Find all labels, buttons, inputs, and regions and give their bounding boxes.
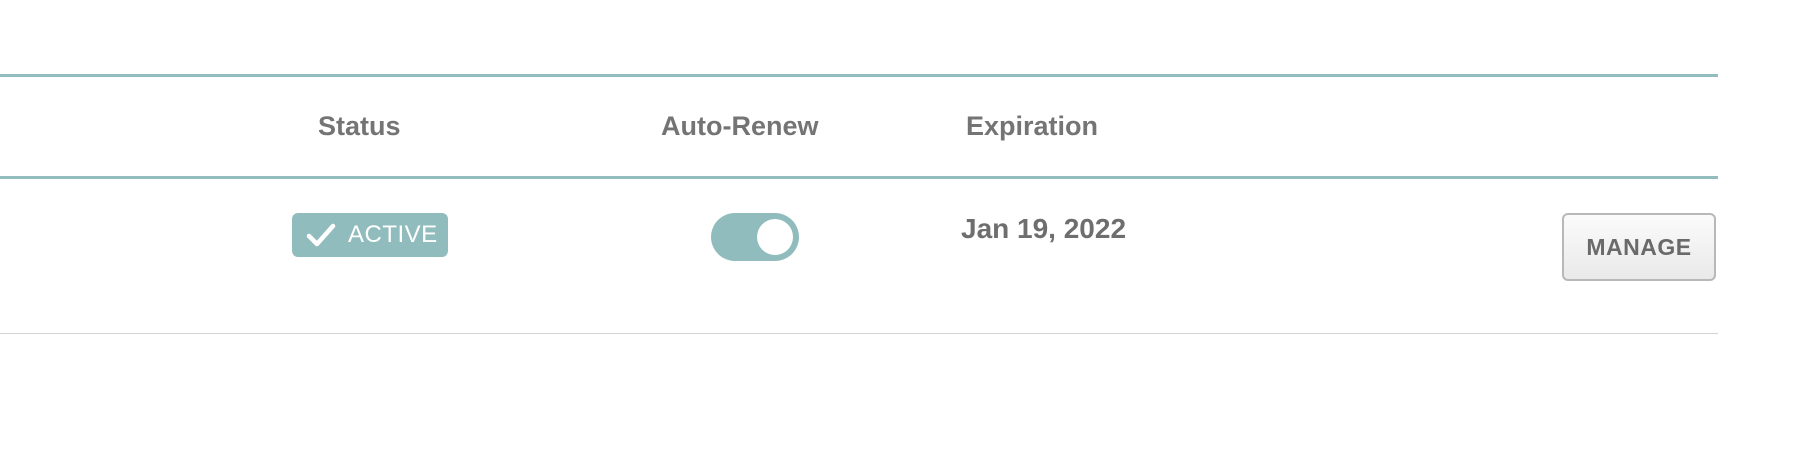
table-top-divider (0, 74, 1718, 77)
expiration-date: Jan 19, 2022 (961, 213, 1127, 244)
status-badge-label: ACTIVE (348, 221, 438, 248)
header-divider (0, 176, 1718, 179)
column-header-expiration: Expiration (966, 111, 1099, 141)
toggle-knob (757, 219, 793, 255)
checkmark-icon (306, 222, 336, 248)
auto-renew-toggle[interactable] (711, 213, 799, 261)
column-header-status: Status (318, 111, 401, 141)
subscription-table: Status Auto-Renew Expiration ACTIVE Jan … (0, 0, 1800, 458)
column-header-auto-renew: Auto-Renew (661, 111, 819, 141)
manage-button[interactable]: MANAGE (1562, 213, 1716, 281)
row-bottom-divider (0, 333, 1718, 334)
status-badge: ACTIVE (292, 213, 448, 257)
